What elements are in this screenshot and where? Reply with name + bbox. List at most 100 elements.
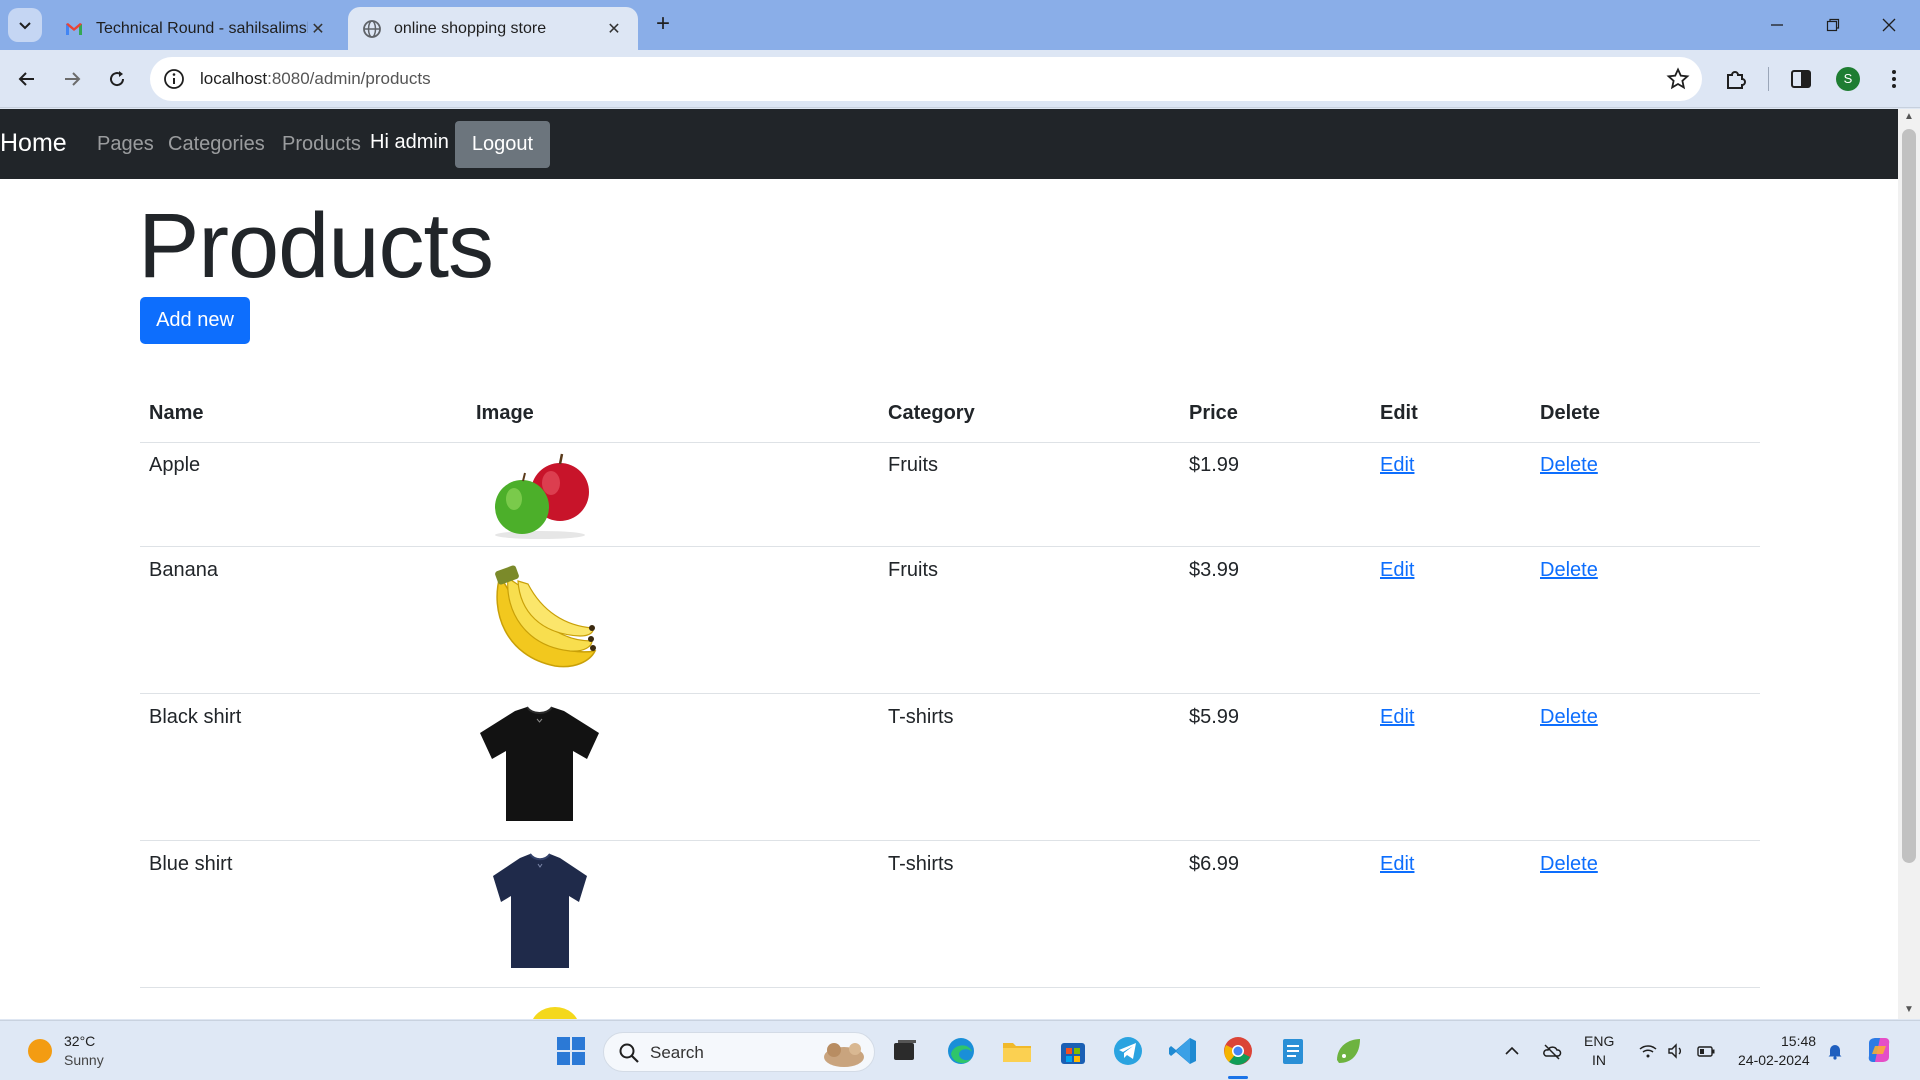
copilot-icon[interactable]	[1864, 1035, 1894, 1065]
search-icon	[619, 1043, 639, 1063]
delete-link[interactable]: Delete	[1540, 706, 1598, 729]
clock-time[interactable]: 15:48	[1781, 1033, 1816, 1049]
weather-sun-icon[interactable]	[28, 1039, 52, 1063]
navbar-brand-home[interactable]: Home	[0, 129, 67, 158]
delete-link[interactable]: Delete	[1540, 454, 1598, 477]
nav-link-products[interactable]: Products	[282, 133, 361, 156]
product-name: Black shirt	[149, 706, 242, 728]
notepad-icon[interactable]	[1276, 1034, 1310, 1068]
globe-icon	[363, 19, 381, 38]
site-info-icon[interactable]	[162, 67, 186, 91]
notification-bell-icon[interactable]	[1825, 1041, 1845, 1061]
scroll-up-arrow-icon[interactable]: ▲	[1903, 111, 1915, 123]
tab-gmail[interactable]: Technical Round - sahilsalimsha ✕	[50, 7, 342, 50]
product-name: Apple	[149, 454, 201, 476]
banana-image	[495, 565, 597, 668]
weather-temperature[interactable]: 32°C	[64, 1033, 95, 1049]
windows-start-icon[interactable]	[554, 1034, 588, 1068]
scrollbar-thumb[interactable]	[1902, 129, 1916, 863]
edit-link[interactable]: Edit	[1380, 454, 1414, 477]
task-view-icon[interactable]	[888, 1034, 922, 1068]
extensions-puzzle-icon[interactable]	[1723, 66, 1749, 92]
black-tshirt-image	[480, 706, 599, 821]
column-header-image: Image	[476, 402, 534, 424]
restore-icon	[1826, 18, 1840, 32]
onedrive-offline-icon[interactable]	[1542, 1041, 1562, 1061]
column-header-delete: Delete	[1540, 402, 1601, 424]
arrow-left-icon	[18, 72, 34, 86]
edit-link[interactable]: Edit	[1380, 559, 1414, 582]
tab-online-shopping-store[interactable]: online shopping store ✕	[348, 7, 638, 50]
battery-icon[interactable]	[1696, 1041, 1716, 1061]
bookmark-star-icon[interactable]	[1666, 67, 1690, 91]
reload-icon	[110, 71, 125, 87]
edge-browser-icon[interactable]	[944, 1034, 978, 1068]
logout-button[interactable]: Logout	[455, 121, 550, 168]
apple-image	[495, 453, 589, 539]
browser-tab-bar: Technical Round - sahilsalimsha ✕ online…	[0, 0, 1920, 50]
chevron-up-icon[interactable]	[1502, 1041, 1522, 1061]
taskbar-search[interactable]: Search	[603, 1032, 875, 1072]
reload-button[interactable]	[97, 59, 137, 99]
active-app-indicator	[1228, 1076, 1248, 1079]
product-price: $1.99	[1189, 454, 1240, 476]
table-row: Banana Fruits $3.99 Edit Delete	[140, 548, 1760, 694]
search-highlight-icon	[824, 1043, 864, 1067]
page-viewport: Home Pages Categories Products Hi admin …	[0, 109, 1898, 1019]
language-region[interactable]: IN	[1592, 1052, 1606, 1068]
more-menu-icon[interactable]	[1881, 66, 1907, 92]
edit-link[interactable]: Edit	[1380, 706, 1414, 729]
product-name: Blue shirt	[149, 853, 233, 875]
language-code[interactable]: ENG	[1584, 1033, 1614, 1049]
column-header-name: Name	[149, 402, 204, 424]
spring-tool-suite-icon[interactable]	[1331, 1034, 1365, 1068]
telegram-icon[interactable]	[1111, 1034, 1145, 1068]
product-category: T-shirts	[888, 853, 954, 875]
profile-avatar[interactable]: S	[1836, 67, 1860, 91]
weather-description[interactable]: Sunny	[64, 1052, 104, 1068]
product-price: $5.99	[1189, 706, 1240, 728]
product-price: $6.99	[1189, 853, 1240, 875]
url-host: localhost	[200, 69, 268, 88]
file-explorer-icon[interactable]	[1000, 1034, 1034, 1068]
wifi-icon[interactable]	[1638, 1041, 1658, 1061]
close-window-button[interactable]	[1862, 8, 1916, 42]
minimize-button[interactable]	[1750, 8, 1804, 42]
scroll-down-arrow-icon[interactable]: ▼	[1903, 1004, 1915, 1016]
vscode-icon[interactable]	[1166, 1034, 1200, 1068]
table-row-partial	[140, 989, 1760, 1019]
windows-taskbar: 32°C Sunny Search ENG IN 15:48 24-02-202…	[0, 1020, 1920, 1080]
column-header-category: Category	[888, 402, 975, 424]
product-price: $3.99	[1189, 559, 1240, 581]
url-text: localhost:8080/admin/products	[200, 69, 431, 89]
tab-search-button[interactable]	[8, 8, 42, 42]
new-tab-button[interactable]: +	[650, 12, 676, 38]
grapefruit-image	[533, 1007, 577, 1019]
side-panel-icon[interactable]	[1788, 66, 1814, 92]
address-bar[interactable]: localhost:8080/admin/products	[150, 57, 1702, 101]
product-category: Fruits	[888, 559, 938, 581]
close-icon[interactable]: ✕	[308, 19, 328, 39]
close-icon[interactable]: ✕	[604, 19, 624, 39]
volume-icon[interactable]	[1666, 1041, 1686, 1061]
delete-link[interactable]: Delete	[1540, 853, 1598, 876]
nav-link-pages[interactable]: Pages	[97, 133, 154, 156]
add-new-button[interactable]: Add new	[140, 297, 250, 344]
nav-link-categories[interactable]: Categories	[168, 133, 265, 156]
page-scrollbar[interactable]: ▲ ▼	[1898, 109, 1920, 1019]
close-icon	[1882, 18, 1896, 32]
browser-toolbar: localhost:8080/admin/products	[0, 50, 1920, 108]
table-row: Apple Fruits $1.99 Edit Delete	[140, 443, 1760, 547]
column-header-price: Price	[1189, 402, 1238, 424]
toolbar-divider	[1768, 67, 1769, 91]
clock-date[interactable]: 24-02-2024	[1738, 1052, 1810, 1068]
back-button[interactable]	[7, 59, 47, 99]
product-category: Fruits	[888, 454, 938, 476]
forward-button[interactable]	[52, 59, 92, 99]
delete-link[interactable]: Delete	[1540, 559, 1598, 582]
edit-link[interactable]: Edit	[1380, 853, 1414, 876]
greeting-text: Hi admin	[370, 131, 449, 153]
restore-button[interactable]	[1806, 8, 1860, 42]
chrome-icon[interactable]	[1221, 1034, 1255, 1068]
microsoft-store-icon[interactable]	[1056, 1034, 1090, 1068]
